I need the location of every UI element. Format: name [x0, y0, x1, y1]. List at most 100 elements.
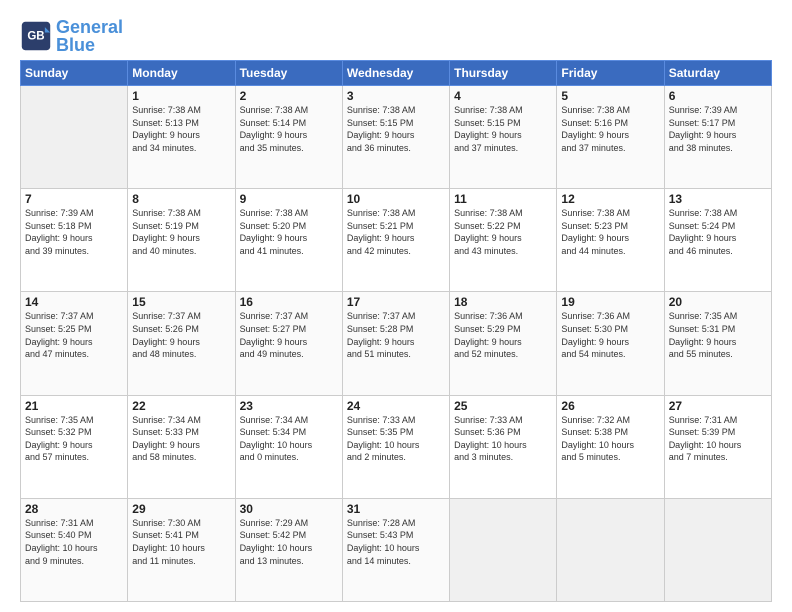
day-cell-12: 12Sunrise: 7:38 AM Sunset: 5:23 PM Dayli… [557, 189, 664, 292]
cell-info: Sunrise: 7:38 AM Sunset: 5:20 PM Dayligh… [240, 207, 338, 257]
cell-info: Sunrise: 7:34 AM Sunset: 5:33 PM Dayligh… [132, 414, 230, 464]
week-row-2: 7Sunrise: 7:39 AM Sunset: 5:18 PM Daylig… [21, 189, 772, 292]
day-number: 7 [25, 192, 123, 206]
cell-info: Sunrise: 7:31 AM Sunset: 5:40 PM Dayligh… [25, 517, 123, 567]
day-cell-29: 29Sunrise: 7:30 AM Sunset: 5:41 PM Dayli… [128, 498, 235, 601]
day-cell-25: 25Sunrise: 7:33 AM Sunset: 5:36 PM Dayli… [450, 395, 557, 498]
day-number: 21 [25, 399, 123, 413]
day-number: 20 [669, 295, 767, 309]
col-header-saturday: Saturday [664, 61, 771, 86]
cell-info: Sunrise: 7:39 AM Sunset: 5:18 PM Dayligh… [25, 207, 123, 257]
day-cell-2: 2Sunrise: 7:38 AM Sunset: 5:14 PM Daylig… [235, 86, 342, 189]
day-cell-23: 23Sunrise: 7:34 AM Sunset: 5:34 PM Dayli… [235, 395, 342, 498]
day-number: 16 [240, 295, 338, 309]
cell-info: Sunrise: 7:38 AM Sunset: 5:14 PM Dayligh… [240, 104, 338, 154]
cell-info: Sunrise: 7:38 AM Sunset: 5:15 PM Dayligh… [347, 104, 445, 154]
day-cell-22: 22Sunrise: 7:34 AM Sunset: 5:33 PM Dayli… [128, 395, 235, 498]
calendar-table: SundayMondayTuesdayWednesdayThursdayFrid… [20, 60, 772, 602]
cell-info: Sunrise: 7:37 AM Sunset: 5:27 PM Dayligh… [240, 310, 338, 360]
day-number: 24 [347, 399, 445, 413]
day-number: 30 [240, 502, 338, 516]
day-cell-6: 6Sunrise: 7:39 AM Sunset: 5:17 PM Daylig… [664, 86, 771, 189]
week-row-1: 1Sunrise: 7:38 AM Sunset: 5:13 PM Daylig… [21, 86, 772, 189]
day-number: 12 [561, 192, 659, 206]
week-row-3: 14Sunrise: 7:37 AM Sunset: 5:25 PM Dayli… [21, 292, 772, 395]
cell-info: Sunrise: 7:30 AM Sunset: 5:41 PM Dayligh… [132, 517, 230, 567]
day-cell-14: 14Sunrise: 7:37 AM Sunset: 5:25 PM Dayli… [21, 292, 128, 395]
day-cell-30: 30Sunrise: 7:29 AM Sunset: 5:42 PM Dayli… [235, 498, 342, 601]
day-cell-19: 19Sunrise: 7:36 AM Sunset: 5:30 PM Dayli… [557, 292, 664, 395]
day-cell-20: 20Sunrise: 7:35 AM Sunset: 5:31 PM Dayli… [664, 292, 771, 395]
day-cell-8: 8Sunrise: 7:38 AM Sunset: 5:19 PM Daylig… [128, 189, 235, 292]
day-number: 28 [25, 502, 123, 516]
day-number: 23 [240, 399, 338, 413]
day-number: 1 [132, 89, 230, 103]
cell-info: Sunrise: 7:38 AM Sunset: 5:16 PM Dayligh… [561, 104, 659, 154]
day-cell-4: 4Sunrise: 7:38 AM Sunset: 5:15 PM Daylig… [450, 86, 557, 189]
cell-info: Sunrise: 7:29 AM Sunset: 5:42 PM Dayligh… [240, 517, 338, 567]
day-cell-10: 10Sunrise: 7:38 AM Sunset: 5:21 PM Dayli… [342, 189, 449, 292]
day-number: 6 [669, 89, 767, 103]
cell-info: Sunrise: 7:38 AM Sunset: 5:23 PM Dayligh… [561, 207, 659, 257]
day-number: 18 [454, 295, 552, 309]
cell-info: Sunrise: 7:31 AM Sunset: 5:39 PM Dayligh… [669, 414, 767, 464]
cell-info: Sunrise: 7:38 AM Sunset: 5:15 PM Dayligh… [454, 104, 552, 154]
cell-info: Sunrise: 7:33 AM Sunset: 5:36 PM Dayligh… [454, 414, 552, 464]
col-header-tuesday: Tuesday [235, 61, 342, 86]
cell-info: Sunrise: 7:37 AM Sunset: 5:28 PM Dayligh… [347, 310, 445, 360]
cell-info: Sunrise: 7:37 AM Sunset: 5:26 PM Dayligh… [132, 310, 230, 360]
cell-info: Sunrise: 7:36 AM Sunset: 5:29 PM Dayligh… [454, 310, 552, 360]
empty-cell [557, 498, 664, 601]
header: GB GeneralBlue [20, 18, 772, 54]
day-number: 22 [132, 399, 230, 413]
day-number: 10 [347, 192, 445, 206]
cell-info: Sunrise: 7:38 AM Sunset: 5:24 PM Dayligh… [669, 207, 767, 257]
page: GB GeneralBlue SundayMondayTuesdayWednes… [0, 0, 792, 612]
day-number: 13 [669, 192, 767, 206]
empty-cell [21, 86, 128, 189]
day-cell-1: 1Sunrise: 7:38 AM Sunset: 5:13 PM Daylig… [128, 86, 235, 189]
week-row-5: 28Sunrise: 7:31 AM Sunset: 5:40 PM Dayli… [21, 498, 772, 601]
day-cell-21: 21Sunrise: 7:35 AM Sunset: 5:32 PM Dayli… [21, 395, 128, 498]
day-cell-13: 13Sunrise: 7:38 AM Sunset: 5:24 PM Dayli… [664, 189, 771, 292]
cell-info: Sunrise: 7:37 AM Sunset: 5:25 PM Dayligh… [25, 310, 123, 360]
cell-info: Sunrise: 7:34 AM Sunset: 5:34 PM Dayligh… [240, 414, 338, 464]
day-number: 9 [240, 192, 338, 206]
cell-info: Sunrise: 7:38 AM Sunset: 5:19 PM Dayligh… [132, 207, 230, 257]
day-number: 19 [561, 295, 659, 309]
day-number: 4 [454, 89, 552, 103]
cell-info: Sunrise: 7:28 AM Sunset: 5:43 PM Dayligh… [347, 517, 445, 567]
day-cell-11: 11Sunrise: 7:38 AM Sunset: 5:22 PM Dayli… [450, 189, 557, 292]
week-row-4: 21Sunrise: 7:35 AM Sunset: 5:32 PM Dayli… [21, 395, 772, 498]
day-number: 27 [669, 399, 767, 413]
day-cell-9: 9Sunrise: 7:38 AM Sunset: 5:20 PM Daylig… [235, 189, 342, 292]
logo: GB GeneralBlue [20, 18, 123, 54]
day-number: 26 [561, 399, 659, 413]
day-number: 17 [347, 295, 445, 309]
col-header-monday: Monday [128, 61, 235, 86]
col-header-thursday: Thursday [450, 61, 557, 86]
empty-cell [450, 498, 557, 601]
day-cell-16: 16Sunrise: 7:37 AM Sunset: 5:27 PM Dayli… [235, 292, 342, 395]
day-cell-5: 5Sunrise: 7:38 AM Sunset: 5:16 PM Daylig… [557, 86, 664, 189]
col-header-sunday: Sunday [21, 61, 128, 86]
svg-text:GB: GB [27, 31, 44, 43]
day-number: 8 [132, 192, 230, 206]
day-number: 5 [561, 89, 659, 103]
day-cell-18: 18Sunrise: 7:36 AM Sunset: 5:29 PM Dayli… [450, 292, 557, 395]
day-cell-17: 17Sunrise: 7:37 AM Sunset: 5:28 PM Dayli… [342, 292, 449, 395]
cell-info: Sunrise: 7:35 AM Sunset: 5:31 PM Dayligh… [669, 310, 767, 360]
logo-text: GeneralBlue [56, 18, 123, 54]
cell-info: Sunrise: 7:38 AM Sunset: 5:13 PM Dayligh… [132, 104, 230, 154]
col-header-wednesday: Wednesday [342, 61, 449, 86]
day-cell-24: 24Sunrise: 7:33 AM Sunset: 5:35 PM Dayli… [342, 395, 449, 498]
day-cell-7: 7Sunrise: 7:39 AM Sunset: 5:18 PM Daylig… [21, 189, 128, 292]
day-number: 31 [347, 502, 445, 516]
day-number: 15 [132, 295, 230, 309]
day-cell-15: 15Sunrise: 7:37 AM Sunset: 5:26 PM Dayli… [128, 292, 235, 395]
col-header-friday: Friday [557, 61, 664, 86]
day-number: 11 [454, 192, 552, 206]
empty-cell [664, 498, 771, 601]
day-number: 3 [347, 89, 445, 103]
cell-info: Sunrise: 7:35 AM Sunset: 5:32 PM Dayligh… [25, 414, 123, 464]
